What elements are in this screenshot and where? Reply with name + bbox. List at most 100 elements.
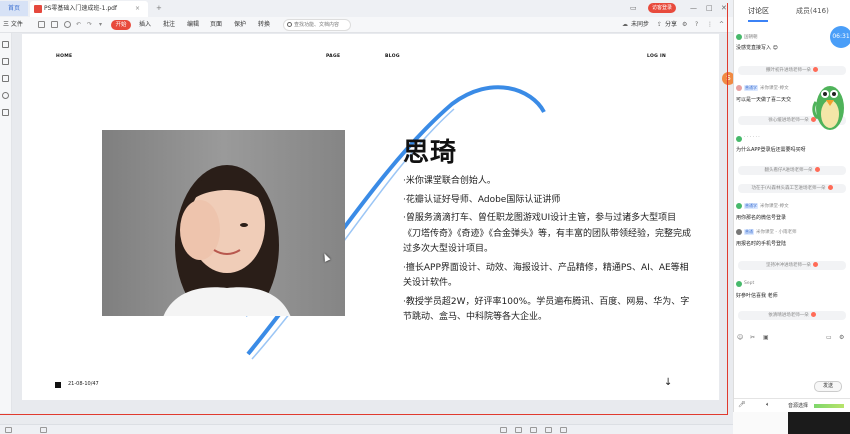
share-icon[interactable]: ⇪ — [657, 17, 662, 33]
tab-start[interactable]: 开始 — [111, 20, 131, 30]
collapse-icon[interactable]: ^ — [719, 17, 724, 33]
status-icon[interactable] — [560, 427, 567, 433]
open-icon[interactable] — [38, 21, 45, 28]
sync-status[interactable]: 未同步 — [631, 17, 649, 33]
share-button[interactable]: 分享 — [665, 17, 677, 33]
toolbar: 三 文件 ↶ ↷ ▾ 开始 插入 批注 编辑 页面 保护 转换 查找功能、文档内… — [0, 17, 733, 33]
signature-icon[interactable] — [2, 109, 9, 116]
message-author: 普通 米你课堂 - 小雨老师 — [744, 229, 796, 235]
webcam-preview-left — [733, 412, 788, 434]
document-area: HOME PAGE BLOG LOG IN 思琦 ·米你课堂联合创始人。 ·花瓣… — [12, 33, 735, 413]
login-button[interactable]: 访客登录 — [648, 3, 676, 13]
bird-mascot — [812, 86, 844, 130]
nav-login[interactable]: LOG IN — [647, 54, 666, 59]
tab-members[interactable]: 成员(416) — [796, 6, 829, 16]
redo-icon[interactable]: ↷ — [87, 17, 92, 33]
speaker-bio: ·米你课堂联合创始人。 ·花瓣认证好导师、Adobe国际认证讲师 ·曾服务滴滴打… — [403, 174, 693, 329]
tab-convert[interactable]: 转换 — [258, 17, 270, 33]
avatar — [736, 34, 742, 40]
role-tag: 普通学 — [744, 85, 758, 91]
status-icon[interactable] — [515, 427, 522, 433]
file-menu[interactable]: 三 文件 — [3, 17, 23, 33]
status-icon[interactable] — [500, 427, 507, 433]
maximize-button[interactable]: □ — [706, 3, 713, 14]
discussion-panel: 讨论区 成员(416) 06:31 国朝朝 没感觉直接写入 😊 撒叶初升进场老师… — [733, 0, 850, 434]
thumbnail-icon[interactable] — [2, 58, 9, 65]
role-tag: 普通 — [744, 229, 754, 235]
scissors-icon[interactable]: ✂ — [750, 334, 755, 341]
status-icon[interactable] — [545, 427, 552, 433]
nav-blog[interactable]: BLOG — [385, 54, 400, 59]
status-icon[interactable] — [5, 427, 12, 433]
author-name: 米你课堂-婷文 — [760, 86, 789, 91]
tab-close-icon[interactable]: × — [135, 1, 140, 17]
share-outline-right — [727, 3, 728, 415]
gift-notice: 翻头看仔A进场老师一朵 — [738, 166, 846, 175]
tab-document[interactable]: PS零基础入门速成班-1.pdf × — [30, 1, 148, 17]
bio-line: ·花瓣认证好导师、Adobe国际认证讲师 — [403, 194, 561, 205]
footer-date: 21-08-10/47 — [68, 381, 99, 387]
new-tab-button[interactable]: + — [156, 1, 162, 16]
print-icon[interactable] — [64, 21, 71, 28]
cloud-icon[interactable]: ☁ — [622, 17, 628, 33]
search-icon — [287, 22, 292, 27]
bio-line: ·曾服务滴滴打车、曾任职龙图游戏UI设计主管，参与过诸多大型项目《刀塔传奇》《奇… — [403, 213, 692, 254]
message-text: 没感觉直接写入 😊 — [736, 45, 778, 51]
nav-page[interactable]: PAGE — [326, 54, 340, 59]
undo-icon[interactable]: ↶ — [76, 17, 81, 33]
send-button[interactable]: 发送 — [814, 381, 842, 392]
minimize-button[interactable]: — — [690, 3, 697, 14]
notice-text: 功在于(A)森林头森工艺进场老师一朵 — [751, 186, 826, 191]
save-icon[interactable] — [51, 21, 58, 28]
down-arrow-icon: ↓ — [664, 377, 673, 388]
bio-line: ·教授学员超2W，好评率100%。学员遍布腾讯、百度、网易、华为、字节跳动、盒马… — [403, 296, 690, 323]
settings-icon[interactable]: ⚙ — [682, 17, 687, 33]
author-name: 米你课堂-婷文 — [760, 204, 789, 209]
app-window: 首页 PS零基础入门速成班-1.pdf × + ▭ 访客登录 — □ ✕ 三 文… — [0, 0, 850, 434]
message-author: 国朝朝 — [744, 35, 758, 40]
speaker-icon[interactable]: 🔈︎ — [766, 401, 770, 409]
more-icon[interactable]: ⋮ — [707, 17, 713, 33]
left-sidebar — [0, 33, 12, 413]
status-icon[interactable] — [40, 427, 47, 433]
layout-icon[interactable]: ▭ — [630, 3, 637, 14]
comment-icon[interactable] — [2, 75, 9, 82]
title-bar: 首页 PS零基础入门速成班-1.pdf × + ▭ 访客登录 — □ ✕ — [0, 0, 733, 17]
tab-home[interactable]: 首页 — [0, 1, 28, 16]
gift-notice: 依清晴进场老师一朵 — [738, 311, 846, 320]
bookmark-icon[interactable] — [2, 41, 9, 48]
search-placeholder: 查找功能、文档内容 — [294, 22, 340, 28]
audio-source-label[interactable]: 音源选择 — [788, 402, 808, 409]
status-icon[interactable] — [530, 427, 537, 433]
notice-text: 翻头看仔A进场老师一朵 — [764, 168, 813, 173]
close-button[interactable]: ✕ — [721, 3, 727, 14]
image-icon[interactable]: ▣ — [763, 334, 769, 341]
notice-text: 依清晴进场老师一朵 — [768, 313, 809, 318]
more-options-icon[interactable]: ⚙ — [839, 334, 844, 341]
mic-icon[interactable]: 🎤︎ — [738, 401, 746, 408]
bio-line: ·米你课堂联合创始人。 — [403, 176, 496, 186]
tab-page[interactable]: 页面 — [210, 17, 222, 33]
emoji-icon[interactable]: ☺ — [737, 334, 743, 341]
tab-protect[interactable]: 保护 — [234, 17, 246, 33]
author-name: 米你课堂 - 小雨老师 — [756, 230, 797, 235]
tab-edit[interactable]: 编辑 — [187, 17, 199, 33]
nav-home[interactable]: HOME — [56, 54, 72, 59]
avatar — [736, 85, 742, 91]
message-author: 普通学 米你课堂-婷文 — [744, 203, 789, 209]
gift-icon — [813, 262, 818, 267]
status-bar — [0, 424, 733, 434]
attachment-icon[interactable] — [2, 92, 9, 99]
tab-discussion[interactable]: 讨论区 — [748, 6, 769, 16]
chat-icon[interactable]: ▭ — [826, 334, 832, 341]
help-icon[interactable]: ? — [695, 17, 698, 33]
more-dropdown-icon[interactable]: ▾ — [99, 17, 102, 33]
timer-badge[interactable]: 06:31 — [830, 26, 850, 48]
message-text: 为什么APP登录后还需要吗买呀 — [736, 147, 806, 153]
gift-notice: 坚持冲冲进场老师一朵 — [738, 261, 846, 270]
tab-insert[interactable]: 插入 — [139, 17, 151, 33]
search-input[interactable]: 查找功能、文档内容 — [283, 19, 351, 31]
gift-icon — [827, 185, 833, 190]
document-tab-label: PS零基础入门速成班-1.pdf — [44, 5, 118, 12]
tab-annotate[interactable]: 批注 — [163, 17, 175, 33]
